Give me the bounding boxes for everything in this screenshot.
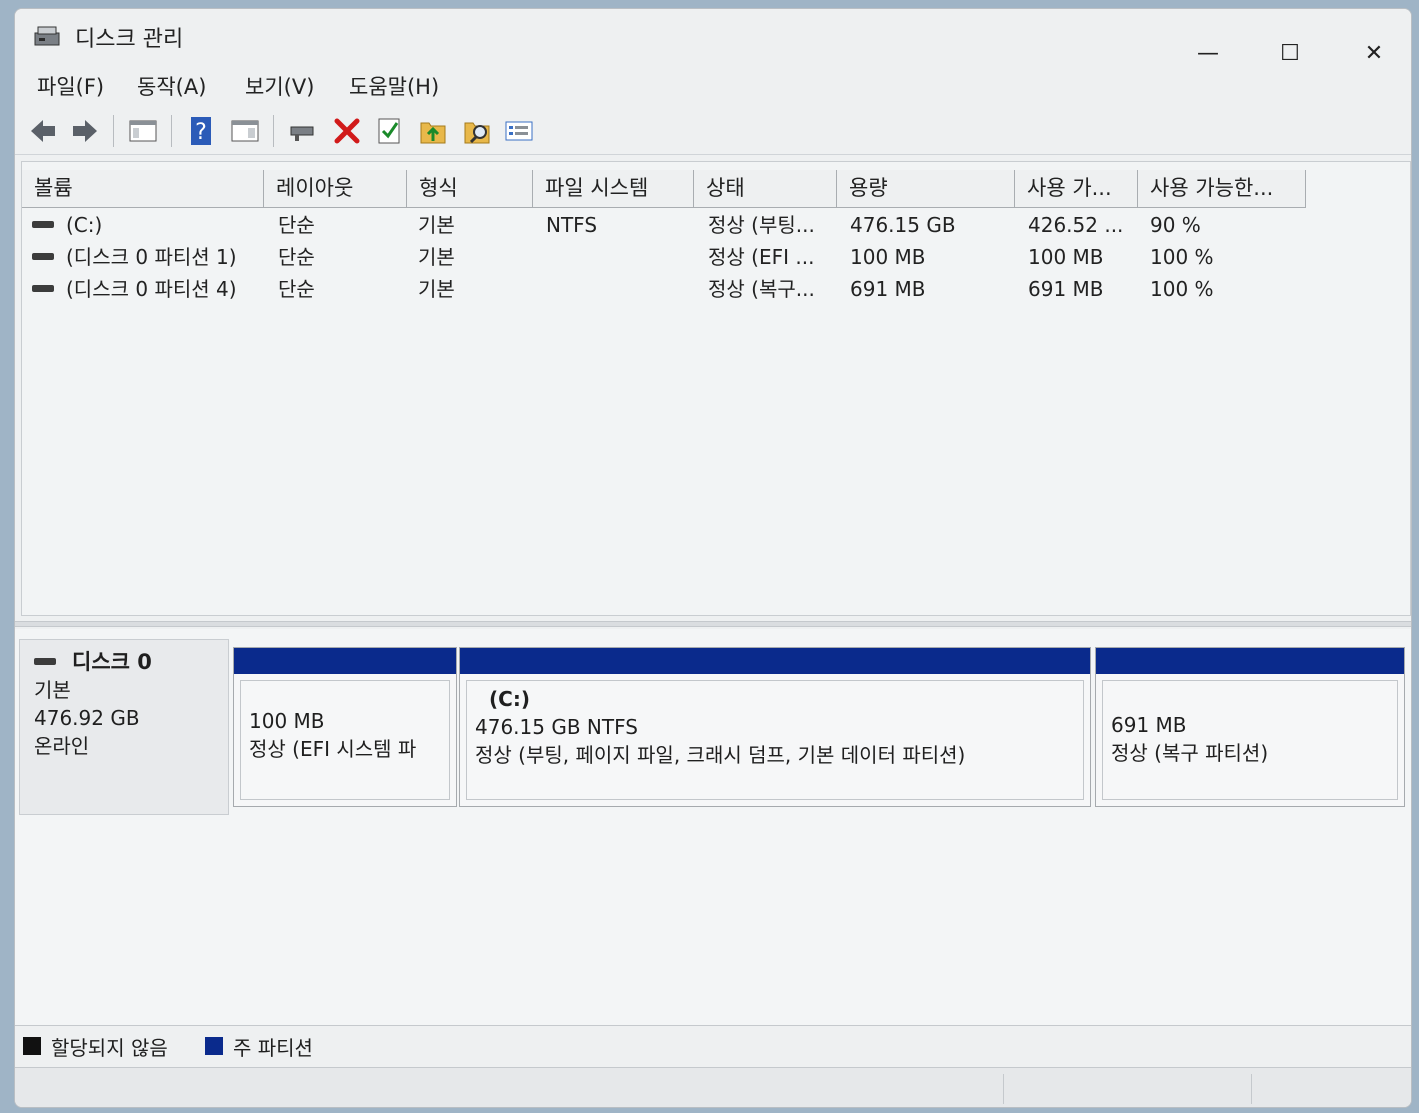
type-cell: 기본	[418, 245, 455, 269]
legend-unallocated: 할당되지 않음	[51, 1036, 168, 1060]
free-space-cell: 100 MB	[1028, 245, 1104, 269]
close-button[interactable]: ✕	[1359, 39, 1389, 69]
column-header-volume[interactable]: 볼륨	[22, 170, 264, 208]
partition-status: 정상 (복구 파티션)	[1111, 741, 1269, 765]
free-space-cell: 691 MB	[1028, 277, 1104, 301]
column-header-status[interactable]: 상태	[694, 170, 837, 208]
status-cell: 정상 (복구...	[708, 277, 815, 301]
primary-partition-bar	[1096, 648, 1404, 674]
percent-free-cell: 90 %	[1150, 213, 1201, 237]
type-cell: 기본	[418, 277, 455, 301]
menu-bar: 파일(F) 동작(A) 보기(V) 도움말(H)	[15, 69, 1411, 103]
svg-text:?: ?	[195, 120, 207, 145]
primary-swatch	[205, 1037, 223, 1055]
window-title: 디스크 관리	[75, 27, 184, 52]
action-pane-icon[interactable]	[229, 115, 261, 147]
volume-list: 볼륨 레이아웃 형식 파일 시스템 상태 용량 사용 가... 사용 가능한..…	[21, 161, 1411, 616]
menu-file[interactable]: 파일(F)	[37, 71, 104, 101]
capacity-cell: 476.15 GB	[850, 213, 956, 237]
volume-icon	[32, 253, 54, 260]
column-header-percent-free[interactable]: 사용 가능한...	[1138, 170, 1306, 208]
layout-cell: 단순	[278, 245, 315, 269]
type-cell: 기본	[418, 213, 455, 237]
forward-icon[interactable]	[69, 115, 101, 147]
table-row[interactable]: (디스크 0 파티션 1) 단순 기본 정상 (EFI ... 100 MB 1…	[22, 242, 1410, 274]
layout-cell: 단순	[278, 277, 315, 301]
connect-disk-icon[interactable]	[287, 115, 319, 147]
disk-management-window: 디스크 관리 — ☐ ✕ 파일(F) 동작(A) 보기(V) 도움말(H) ? …	[14, 8, 1412, 1108]
disk-info-panel[interactable]: 디스크 0 기본 476.92 GB 온라인	[19, 639, 229, 815]
toolbar-separator	[171, 115, 172, 147]
pane-splitter[interactable]	[15, 621, 1411, 627]
partition-status: 정상 (EFI 시스템 파	[249, 737, 417, 761]
partition-recovery[interactable]: 691 MB 정상 (복구 파티션)	[1095, 647, 1405, 807]
column-header-free-space[interactable]: 사용 가...	[1015, 170, 1138, 208]
disk-size: 476.92 GB	[34, 706, 140, 730]
status-separator	[1003, 1074, 1004, 1104]
status-cell: 정상 (EFI ...	[708, 245, 815, 269]
partition-size: 691 MB	[1111, 713, 1187, 737]
minimize-button[interactable]: —	[1193, 39, 1223, 69]
delete-icon[interactable]	[331, 115, 363, 147]
capacity-cell: 691 MB	[850, 277, 926, 301]
percent-free-cell: 100 %	[1150, 277, 1214, 301]
check-icon[interactable]	[373, 115, 405, 147]
toolbar-separator	[113, 115, 114, 147]
legend-primary: 주 파티션	[233, 1036, 313, 1060]
menu-view[interactable]: 보기(V)	[245, 71, 314, 101]
volume-name-cell: (C:)	[32, 210, 102, 240]
column-header-capacity[interactable]: 용량	[837, 170, 1015, 208]
status-bar	[15, 1067, 1411, 1107]
maximize-button[interactable]: ☐	[1275, 39, 1305, 69]
partition-label: (C:)	[489, 687, 530, 711]
free-space-cell: 426.52 ...	[1028, 213, 1124, 237]
search-icon[interactable]	[461, 115, 493, 147]
status-separator	[1251, 1074, 1252, 1104]
disk-graphical-pane: 디스크 0 기본 476.92 GB 온라인 100 MB 정상 (EFI 시스…	[15, 629, 1411, 1025]
volume-icon	[32, 221, 54, 228]
primary-partition-bar	[460, 648, 1090, 674]
import-icon[interactable]	[417, 115, 449, 147]
title-bar: 디스크 관리 — ☐ ✕	[15, 9, 1411, 66]
primary-partition-bar	[234, 648, 456, 674]
menu-action[interactable]: 동작(A)	[137, 71, 206, 101]
percent-free-cell: 100 %	[1150, 245, 1214, 269]
partition-size: 100 MB	[249, 709, 325, 733]
toolbar-separator	[273, 115, 274, 147]
partition-size: 476.15 GB NTFS	[475, 715, 638, 739]
disk-state: 온라인	[34, 734, 90, 758]
partition-status: 정상 (부팅, 페이지 파일, 크래시 덤프, 기본 데이터 파티션)	[475, 743, 966, 767]
status-cell: 정상 (부팅...	[708, 213, 815, 237]
partition-c[interactable]: (C:) 476.15 GB NTFS 정상 (부팅, 페이지 파일, 크래시 …	[459, 647, 1091, 807]
partition-body: 100 MB 정상 (EFI 시스템 파	[240, 680, 450, 800]
properties-icon[interactable]	[503, 115, 535, 147]
table-row[interactable]: (C:) 단순 기본 NTFS 정상 (부팅... 476.15 GB 426.…	[22, 210, 1410, 242]
console-tree-icon[interactable]	[127, 115, 159, 147]
column-header-filesystem[interactable]: 파일 시스템	[533, 170, 694, 208]
partition-efi[interactable]: 100 MB 정상 (EFI 시스템 파	[233, 647, 457, 807]
toolbar: ?	[15, 109, 1411, 155]
disk-management-icon	[34, 26, 60, 46]
layout-cell: 단순	[278, 213, 315, 237]
disk-type: 기본	[34, 678, 71, 702]
volume-icon	[32, 285, 54, 292]
filesystem-cell: NTFS	[546, 213, 598, 237]
unallocated-swatch	[23, 1037, 41, 1055]
table-row[interactable]: (디스크 0 파티션 4) 단순 기본 정상 (복구... 691 MB 691…	[22, 274, 1410, 306]
disk-name: 디스크 0	[34, 648, 228, 676]
legend-bar: 할당되지 않음 주 파티션	[15, 1025, 1411, 1065]
partition-body: 691 MB 정상 (복구 파티션)	[1102, 680, 1398, 800]
column-header-type[interactable]: 형식	[407, 170, 533, 208]
volume-name-cell: (디스크 0 파티션 1)	[32, 242, 237, 272]
column-header-layout[interactable]: 레이아웃	[264, 170, 407, 208]
disk-icon	[34, 657, 56, 665]
menu-help[interactable]: 도움말(H)	[349, 71, 439, 101]
volume-name-cell: (디스크 0 파티션 4)	[32, 274, 237, 304]
back-icon[interactable]	[27, 115, 59, 147]
capacity-cell: 100 MB	[850, 245, 926, 269]
help-icon[interactable]: ?	[185, 115, 217, 147]
partition-body: (C:) 476.15 GB NTFS 정상 (부팅, 페이지 파일, 크래시 …	[466, 680, 1084, 800]
